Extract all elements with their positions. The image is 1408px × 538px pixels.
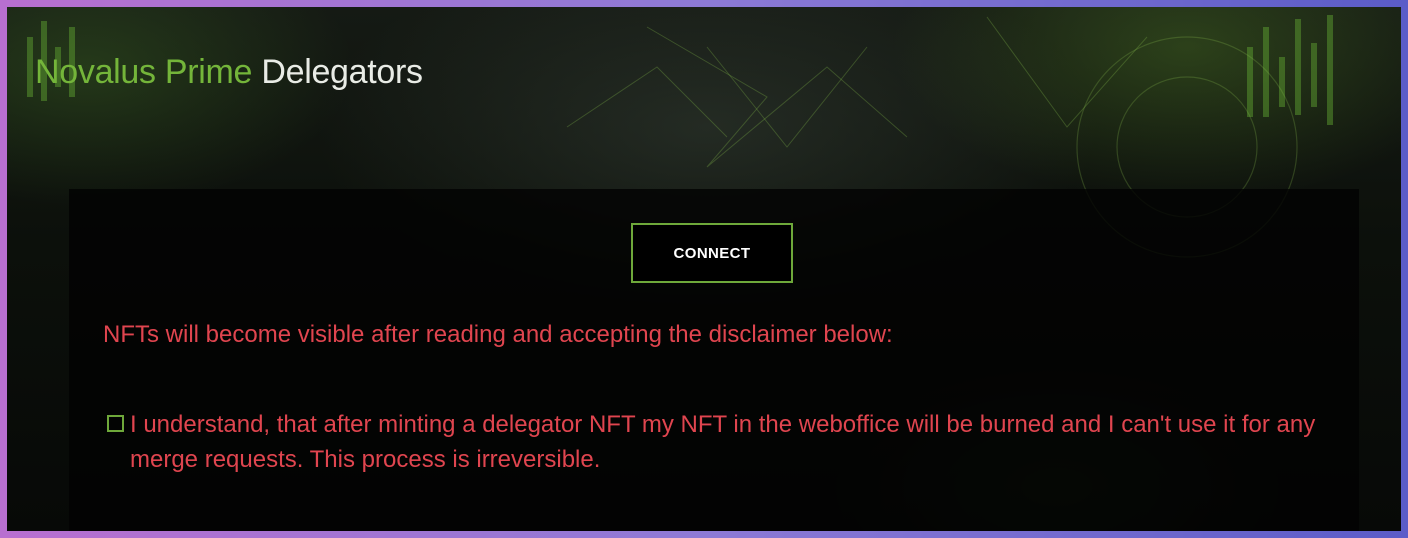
disclaimer-row: I understand, that after minting a deleg…: [107, 407, 1327, 477]
title-suffix: Delegators: [261, 53, 423, 91]
app-window: Novalus Prime Delegators CONNECT NFTs wi…: [0, 0, 1408, 538]
page-title: Novalus Prime Delegators: [35, 53, 423, 92]
visibility-notice: NFTs will become visible after reading a…: [103, 321, 893, 348]
delegator-panel: CONNECT NFTs will become visible after r…: [69, 189, 1359, 531]
disclaimer-checkbox[interactable]: [107, 415, 124, 432]
brand-name: Novalus Prime: [35, 53, 253, 91]
connect-button[interactable]: CONNECT: [631, 223, 793, 283]
disclaimer-text: I understand, that after minting a deleg…: [130, 411, 1316, 473]
